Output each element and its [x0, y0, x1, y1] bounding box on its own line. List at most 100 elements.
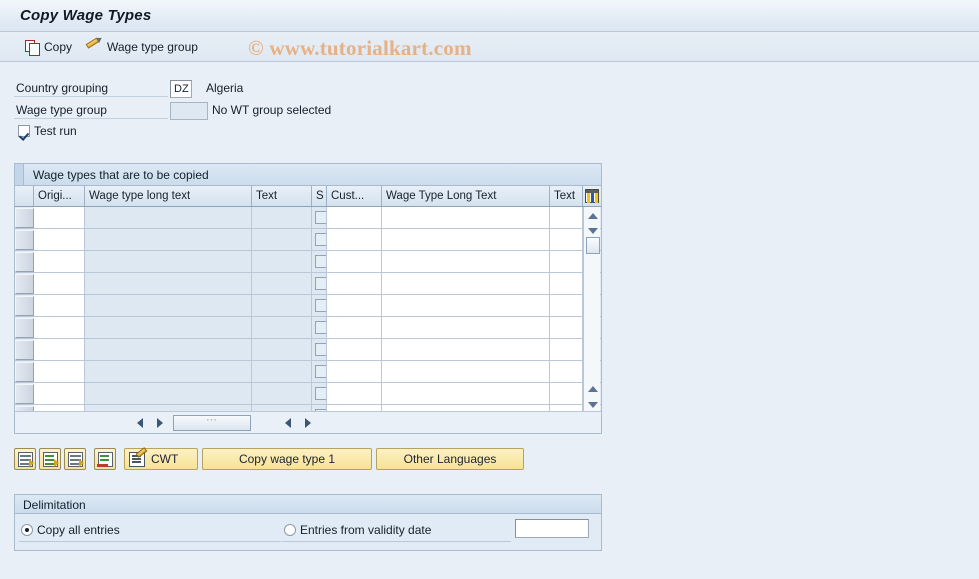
cell-s-checkbox[interactable] [312, 295, 327, 316]
row-selector[interactable] [15, 230, 34, 250]
cell-wage-type-long-text-2[interactable] [382, 295, 550, 316]
cell-origin[interactable] [34, 339, 85, 360]
grid-vertical-scrollbar[interactable] [583, 207, 600, 414]
hscroll-right-button-2[interactable] [301, 416, 315, 430]
scroll-up-button[interactable] [586, 209, 599, 222]
row-selector[interactable] [15, 208, 34, 228]
duplicate-row-icon-button[interactable] [64, 448, 86, 470]
row-checkbox[interactable] [315, 233, 326, 246]
cell-cust[interactable] [327, 207, 382, 228]
row-selector[interactable] [15, 318, 34, 338]
cell-wage-type-long-text[interactable] [85, 295, 252, 316]
cell-wage-type-long-text[interactable] [85, 229, 252, 250]
table-row[interactable] [15, 251, 601, 273]
cell-text-2[interactable] [550, 317, 583, 338]
cell-wage-type-long-text[interactable] [85, 383, 252, 404]
table-settings-icon[interactable] [585, 189, 599, 203]
cell-origin[interactable] [34, 229, 85, 250]
country-grouping-input[interactable]: DZ [170, 80, 192, 98]
table-row[interactable] [15, 273, 601, 295]
cell-origin[interactable] [34, 361, 85, 382]
cell-cust[interactable] [327, 273, 382, 294]
test-run-checkbox[interactable] [18, 125, 30, 137]
cell-cust[interactable] [327, 229, 382, 250]
copy-all-entries-radio[interactable] [21, 524, 33, 536]
cell-text-2[interactable] [550, 295, 583, 316]
cell-wage-type-long-text-2[interactable] [382, 317, 550, 338]
cell-wage-type-long-text[interactable] [85, 339, 252, 360]
cell-wage-type-long-text-2[interactable] [382, 383, 550, 404]
row-checkbox[interactable] [315, 321, 326, 334]
cell-text[interactable] [252, 207, 312, 228]
row-selector[interactable] [15, 340, 34, 360]
scroll-down-button[interactable] [586, 224, 599, 237]
cell-text[interactable] [252, 273, 312, 294]
grid-header-wage-type-long-text-2[interactable]: Wage Type Long Text [382, 186, 550, 206]
grid-horizontal-scrollbar[interactable] [15, 411, 601, 433]
cell-origin[interactable] [34, 251, 85, 272]
cell-s-checkbox[interactable] [312, 207, 327, 228]
cell-origin[interactable] [34, 273, 85, 294]
cell-wage-type-long-text-2[interactable] [382, 361, 550, 382]
cell-text-2[interactable] [550, 251, 583, 272]
cell-origin[interactable] [34, 207, 85, 228]
wage-type-group-button[interactable]: Wage type group [80, 36, 205, 58]
cell-text[interactable] [252, 383, 312, 404]
entries-from-validity-date-radio[interactable] [284, 524, 296, 536]
validity-date-input[interactable] [515, 519, 589, 538]
hscroll-left-button-2[interactable] [281, 416, 295, 430]
row-selector[interactable] [15, 384, 34, 404]
cell-origin[interactable] [34, 383, 85, 404]
row-selector[interactable] [15, 362, 34, 382]
table-row[interactable] [15, 339, 601, 361]
cell-s-checkbox[interactable] [312, 361, 327, 382]
table-row[interactable] [15, 317, 601, 339]
row-checkbox[interactable] [315, 343, 326, 356]
hscroll-right-button[interactable] [153, 416, 167, 430]
cell-origin[interactable] [34, 295, 85, 316]
table-row[interactable] [15, 229, 601, 251]
copy-button[interactable]: Copy [18, 36, 79, 58]
delete-row-icon-button[interactable] [94, 448, 116, 470]
cell-text-2[interactable] [550, 207, 583, 228]
row-checkbox[interactable] [315, 211, 326, 224]
grid-header-s[interactable]: S [312, 186, 327, 206]
cell-wage-type-long-text[interactable] [85, 251, 252, 272]
horizontal-scrollbar-thumb[interactable] [173, 413, 251, 431]
insert-row-icon-button[interactable] [14, 448, 36, 470]
cell-wage-type-long-text[interactable] [85, 361, 252, 382]
cell-s-checkbox[interactable] [312, 229, 327, 250]
cell-text[interactable] [252, 339, 312, 360]
cell-text-2[interactable] [550, 383, 583, 404]
cell-s-checkbox[interactable] [312, 251, 327, 272]
scroll-page-down-button[interactable] [586, 398, 599, 411]
row-checkbox[interactable] [315, 299, 326, 312]
cell-text[interactable] [252, 317, 312, 338]
cell-wage-type-long-text-2[interactable] [382, 229, 550, 250]
vertical-scrollbar-thumb[interactable] [586, 237, 600, 254]
cell-text-2[interactable] [550, 361, 583, 382]
cell-text[interactable] [252, 251, 312, 272]
row-checkbox[interactable] [315, 365, 326, 378]
cell-origin[interactable] [34, 317, 85, 338]
cell-s-checkbox[interactable] [312, 273, 327, 294]
cell-wage-type-long-text[interactable] [85, 273, 252, 294]
cell-text[interactable] [252, 229, 312, 250]
grid-header-config-cell[interactable] [583, 186, 601, 206]
other-languages-button[interactable]: Other Languages [376, 448, 524, 470]
scroll-page-up-button[interactable] [586, 382, 599, 395]
cell-text-2[interactable] [550, 229, 583, 250]
cell-wage-type-long-text[interactable] [85, 317, 252, 338]
grid-header-text[interactable]: Text [252, 186, 312, 206]
row-checkbox[interactable] [315, 255, 326, 268]
cell-text-2[interactable] [550, 339, 583, 360]
cell-wage-type-long-text[interactable] [85, 207, 252, 228]
copy-wage-type-button[interactable]: Copy wage type 1 [202, 448, 372, 470]
table-row[interactable] [15, 361, 601, 383]
table-row[interactable] [15, 383, 601, 405]
cell-cust[interactable] [327, 295, 382, 316]
cell-cust[interactable] [327, 251, 382, 272]
grid-header-cust[interactable]: Cust... [327, 186, 382, 206]
cell-wage-type-long-text-2[interactable] [382, 273, 550, 294]
row-checkbox[interactable] [315, 387, 326, 400]
